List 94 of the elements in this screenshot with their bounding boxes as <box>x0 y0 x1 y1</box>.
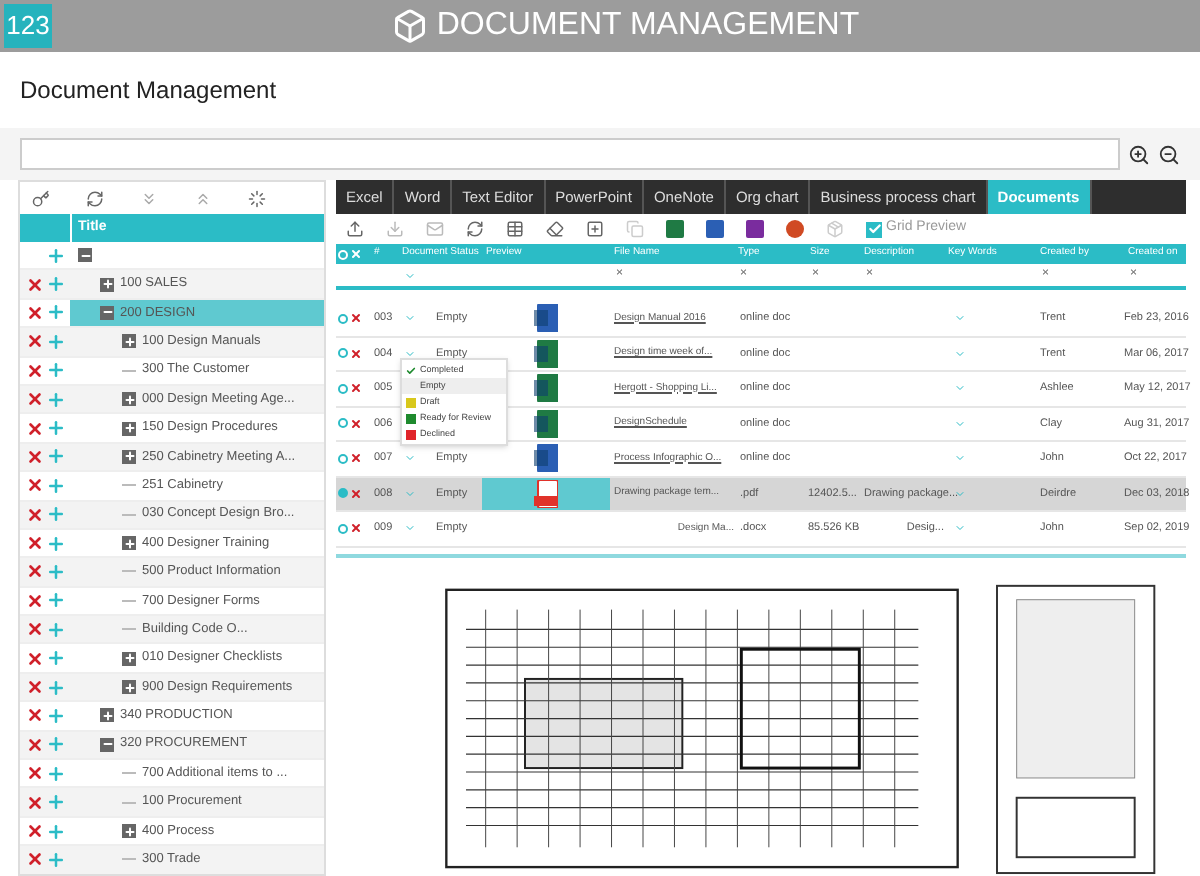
document-file-icon <box>534 444 558 473</box>
spreadsheet-app-icon[interactable] <box>666 220 684 238</box>
delete-icon[interactable] <box>26 390 44 409</box>
document-app-icon[interactable] <box>706 220 724 238</box>
dropdown-icon[interactable] <box>404 452 416 465</box>
expand-icon[interactable] <box>122 392 136 407</box>
delete-icon[interactable] <box>26 620 44 639</box>
notebook-app-icon[interactable] <box>746 220 764 238</box>
expand-icon[interactable] <box>122 680 136 695</box>
delete-icon[interactable] <box>26 591 44 610</box>
delete-icon[interactable] <box>26 822 44 840</box>
radio-icon[interactable] <box>338 453 348 464</box>
delete-icon[interactable] <box>26 649 44 668</box>
delete-icon[interactable] <box>26 534 44 553</box>
delete-icon[interactable] <box>26 332 44 351</box>
checkbox[interactable] <box>866 221 882 237</box>
presentation-app-icon[interactable] <box>786 220 804 238</box>
delete-icon[interactable] <box>26 419 44 438</box>
refresh-icon[interactable] <box>86 189 104 207</box>
delete-icon[interactable] <box>350 312 362 325</box>
radio-icon[interactable] <box>338 313 348 324</box>
expand-icon[interactable] <box>100 708 114 723</box>
radio-icon[interactable] <box>338 418 348 429</box>
delete-icon[interactable] <box>350 487 362 500</box>
delete-icon[interactable] <box>350 347 362 360</box>
delete-icon[interactable] <box>350 522 362 535</box>
delete-icon[interactable] <box>26 764 44 783</box>
collapse-icon[interactable] <box>100 737 114 752</box>
expand-icon[interactable] <box>122 334 136 349</box>
logo: 123 <box>4 4 52 48</box>
key-icon[interactable] <box>32 189 50 207</box>
delete-icon[interactable] <box>26 361 44 380</box>
dropdown-icon[interactable] <box>404 312 416 325</box>
page-title: Document Management <box>20 74 277 108</box>
document-file-icon <box>534 304 558 333</box>
dropdown-icon[interactable] <box>954 487 966 500</box>
add-icon[interactable] <box>586 220 604 238</box>
package-icon[interactable] <box>826 220 844 238</box>
radio-icon[interactable] <box>338 348 348 359</box>
dropdown-icon[interactable] <box>954 417 966 430</box>
delete-icon[interactable] <box>26 850 44 869</box>
dropdown-icon[interactable] <box>404 269 416 281</box>
document-file-icon <box>534 339 558 368</box>
delete-icon[interactable] <box>26 678 44 697</box>
table-icon[interactable] <box>506 220 524 238</box>
eraser-icon[interactable] <box>546 220 564 238</box>
delete-icon[interactable] <box>350 417 362 430</box>
expand-icon[interactable] <box>122 824 136 838</box>
expand-icon[interactable] <box>122 536 136 551</box>
expand-icon[interactable] <box>122 421 136 436</box>
refresh-icon[interactable] <box>466 220 484 238</box>
dropdown-icon[interactable] <box>404 487 416 500</box>
dropdown-icon[interactable] <box>954 347 966 360</box>
radio-icon[interactable] <box>338 383 348 394</box>
check-icon <box>406 365 416 375</box>
collapse-all-icon[interactable] <box>194 189 212 207</box>
document-file-icon <box>534 374 558 403</box>
expand-icon[interactable] <box>122 449 136 464</box>
delete-icon[interactable] <box>26 793 44 812</box>
delete-icon[interactable] <box>350 452 362 465</box>
delete-icon[interactable] <box>26 275 44 294</box>
dropdown-icon[interactable] <box>404 522 416 535</box>
dropdown-icon[interactable] <box>954 382 966 395</box>
delete-icon[interactable] <box>350 382 362 395</box>
expand-icon[interactable] <box>100 277 114 292</box>
spinner-icon[interactable] <box>248 189 266 207</box>
download-icon[interactable] <box>386 220 404 238</box>
radio-icon[interactable] <box>338 488 348 499</box>
document-file-icon <box>534 409 558 438</box>
box-icon <box>392 8 429 44</box>
radio-icon[interactable] <box>338 523 348 534</box>
zoom-out-icon[interactable] <box>1158 143 1180 165</box>
upload-icon[interactable] <box>346 220 364 238</box>
dropdown-icon[interactable] <box>954 522 966 535</box>
delete-icon[interactable] <box>26 476 44 495</box>
collapse-icon[interactable] <box>78 248 92 263</box>
dropdown-icon[interactable] <box>404 347 416 360</box>
collapse-icon[interactable] <box>100 305 114 320</box>
mail-icon[interactable] <box>426 220 444 238</box>
copy-icon[interactable] <box>626 220 644 238</box>
pdf-file-icon <box>534 479 558 508</box>
delete-icon[interactable] <box>26 447 44 466</box>
app-title: DOCUMENT MANAGEMENT <box>436 6 860 46</box>
zoom-in-icon[interactable] <box>1128 143 1150 165</box>
delete-icon[interactable] <box>26 505 44 524</box>
search-field[interactable] <box>20 138 1120 170</box>
delete-icon[interactable] <box>26 735 44 754</box>
dropdown-icon[interactable] <box>954 452 966 465</box>
expand-all-icon[interactable] <box>140 189 158 207</box>
expand-icon[interactable] <box>122 651 136 666</box>
dropdown-icon[interactable] <box>954 312 966 325</box>
delete-icon[interactable] <box>26 706 44 725</box>
delete-icon[interactable] <box>26 303 44 322</box>
delete-icon[interactable] <box>26 562 44 581</box>
